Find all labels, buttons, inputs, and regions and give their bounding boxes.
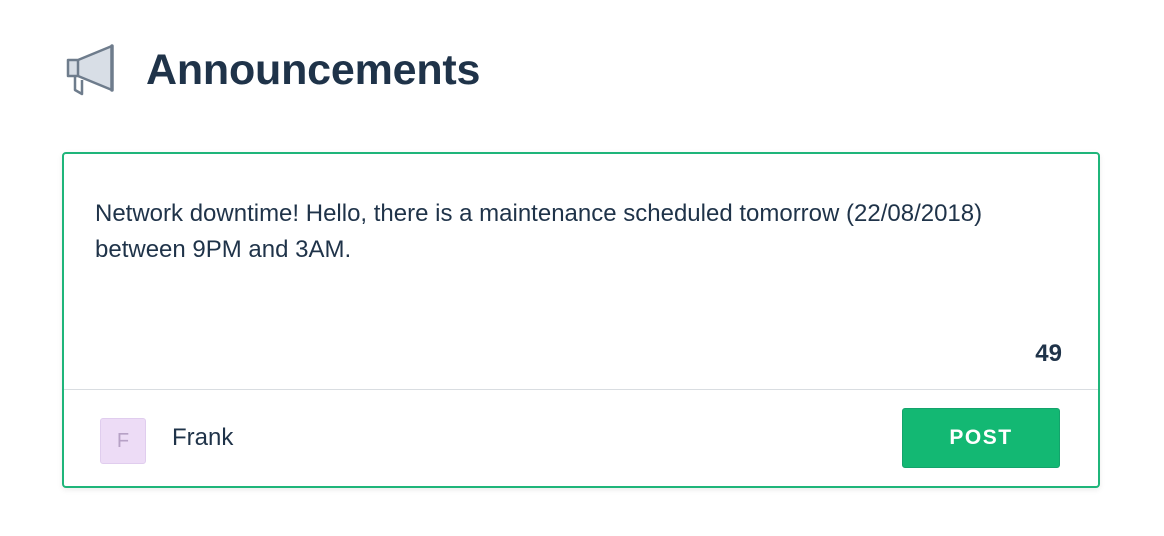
page-header: Announcements	[62, 40, 480, 100]
avatar: F	[100, 418, 146, 464]
author-name: Frank	[172, 424, 234, 451]
post-button[interactable]: POST	[902, 408, 1060, 468]
character-count: 49	[1035, 340, 1062, 367]
page-title: Announcements	[146, 45, 481, 94]
megaphone-icon	[62, 40, 120, 100]
composer-footer: F Frank POST	[64, 390, 1098, 488]
message-textarea[interactable]: Network downtime! Hello, there is a main…	[64, 154, 1098, 389]
message-text: Network downtime! Hello, there is a main…	[95, 200, 983, 263]
announcement-composer: Network downtime! Hello, there is a main…	[62, 152, 1100, 488]
